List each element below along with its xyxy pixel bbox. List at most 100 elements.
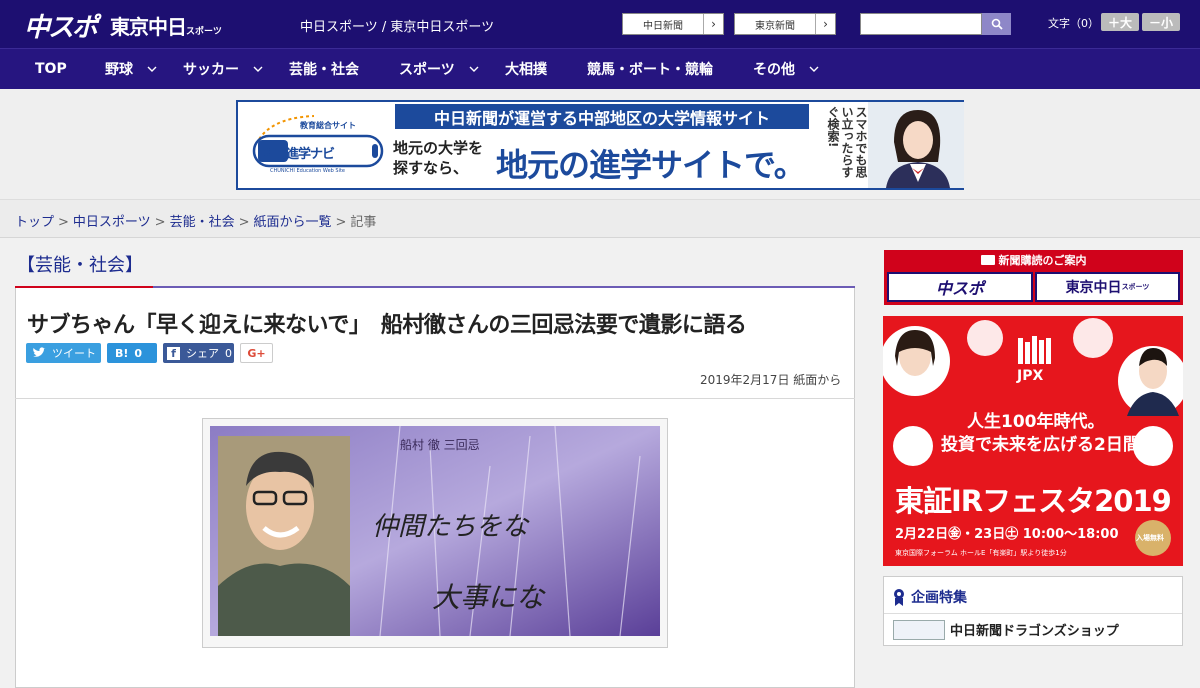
nav-item-racing[interactable]: 競馬・ボート・競輪: [587, 48, 713, 89]
tokyo-shimbun-label: 東京新聞: [755, 20, 795, 32]
publish-date: 2019年2月17日 紙面から: [700, 373, 842, 387]
nav-item-sports[interactable]: スポーツ: [399, 48, 479, 89]
breadcrumb-separator: >: [154, 215, 166, 230]
subscribe-chuspo-button[interactable]: 中スポ: [887, 272, 1033, 302]
hatena-icon: B!: [115, 346, 129, 360]
subscribe-tokyo-chunichi-button[interactable]: 東京中日 スポーツ: [1035, 272, 1180, 302]
breadcrumb-separator: >: [238, 215, 250, 230]
nav-item-sumo[interactable]: 大相撲: [505, 48, 547, 89]
ad-title: 東証IRフェスタ2019: [895, 484, 1172, 518]
subscription-title: 新聞購読のご案内: [884, 252, 1183, 268]
photo-calligraphy-line2: 大事にな: [432, 581, 545, 614]
section-divider-accent: [15, 286, 153, 288]
article-divider: [15, 398, 855, 399]
feature-title: 企画特集: [911, 590, 967, 606]
tokyo-chunichi-logo[interactable]: 東京中日スポーツ: [110, 11, 222, 40]
google-plus-button[interactable]: G+: [240, 343, 273, 363]
subscribe-tokyo-label: 東京中日: [1065, 280, 1122, 296]
facebook-icon: f: [167, 346, 180, 360]
article-title: サブちゃん「早く迎えに来ないで」 船村徹さんの三回忌法要で遺影に語る: [27, 313, 747, 338]
ad-date: 2月22日㊎・23日㊏ 10:00～18:00: [895, 527, 1119, 542]
hatena-bookmark-button[interactable]: B! 0: [107, 343, 157, 363]
shingaku-navi-logo: 教育総合サイト 中日進学ナビ CHUNICHI Education Web Si…: [244, 110, 384, 180]
breadcrumb-link-top[interactable]: トップ: [15, 215, 54, 230]
chevron-down-icon: [809, 66, 819, 72]
font-size-label: 文字（0）: [1048, 17, 1099, 30]
nav-item-baseball[interactable]: 野球: [105, 48, 157, 89]
feature-heading: 企画特集: [893, 587, 967, 607]
nav-item-soccer[interactable]: サッカー: [183, 48, 263, 89]
photo-calligraphy-line1: 仲間たちをな: [372, 512, 529, 542]
font-size-increase-button[interactable]: ＋大: [1101, 13, 1139, 31]
tse-ir-festa-ad[interactable]: JPX 人生100年時代。 投資で未来を広げる2日間。 東証IRフェスタ2019…: [883, 316, 1183, 566]
section-divider: [15, 286, 855, 288]
banner-logo-sub: CHUNICHI Education Web Site: [270, 168, 346, 174]
search-icon: [991, 18, 1003, 30]
nav-item-top[interactable]: TOP: [35, 48, 67, 89]
subscription-title-text: 新聞購読のご案内: [998, 254, 1087, 267]
banner-sub-line2: 探すなら、: [393, 159, 469, 177]
chunichi-shimbun-link[interactable]: 中日新聞 ›: [622, 13, 724, 35]
chunichi-shimbun-label: 中日新聞: [643, 20, 683, 32]
breadcrumb-link-chunichi-sports[interactable]: 中日スポーツ: [73, 215, 151, 230]
ribbon-icon: [894, 589, 904, 606]
nav-item-other[interactable]: その他: [753, 48, 819, 89]
nav-label: 大相撲: [505, 61, 547, 78]
breadcrumb: トップ > 中日スポーツ > 芸能・社会 > 紙面から一覧 > 記事: [15, 211, 376, 230]
section-heading: 【芸能・社会】: [17, 255, 143, 276]
search-button[interactable]: [982, 13, 1011, 35]
search-input[interactable]: [860, 13, 982, 35]
photo-caption-top: 船村 徹 三回忌: [400, 438, 480, 452]
nav-item-entertainment[interactable]: 芸能・社会: [289, 48, 359, 89]
subscription-box: 新聞購読のご案内 中スポ 東京中日 スポーツ: [884, 250, 1183, 305]
tweet-button[interactable]: ツイート: [26, 343, 101, 363]
font-size-decrease-button[interactable]: －小: [1142, 13, 1180, 31]
banner-badge: 教育総合サイト: [300, 121, 356, 130]
banner-headline: 中日新聞が運営する中部地区の大学情報サイト: [395, 104, 809, 129]
breadcrumb-separator: >: [335, 215, 347, 230]
banner-sub-line1: 地元の大学を: [393, 139, 484, 157]
twitter-icon: [33, 347, 46, 357]
ad-line1: 人生100年時代。: [967, 412, 1105, 432]
nav-label: 野球: [105, 61, 133, 78]
chevron-down-icon: [147, 66, 157, 72]
breadcrumb-link-entertainment[interactable]: 芸能・社会: [170, 215, 235, 230]
breadcrumb-current: 記事: [350, 215, 377, 230]
banner-vertical-text: スマホでも思い立ったらすぐ検索!: [826, 106, 868, 178]
person-photo: [868, 102, 964, 188]
facebook-share-button[interactable]: f シェア 0: [163, 343, 234, 363]
chevron-right-icon: ›: [815, 14, 835, 34]
nav-label: サッカー: [183, 61, 239, 78]
tokyo-shimbun-link[interactable]: 東京新聞 ›: [734, 13, 836, 35]
banner-model-photo: [868, 102, 964, 188]
tokyo-logo-text: 東京中日: [110, 15, 187, 39]
subscribe-tokyo-small: スポーツ: [1121, 283, 1150, 291]
ad-brand: JPX: [1017, 368, 1044, 384]
nav-label: 芸能・社会: [289, 61, 359, 78]
nav-label: TOP: [35, 60, 67, 77]
facebook-share-label: シェア: [186, 347, 219, 360]
site-title: 中日スポーツ / 東京中日スポーツ: [300, 20, 495, 35]
hatena-count: 0: [134, 346, 143, 360]
chevron-down-icon: [469, 66, 479, 72]
facebook-share-count: 0: [225, 346, 232, 360]
chuspo-logo[interactable]: 中スポ: [24, 7, 98, 44]
tweet-label: ツイート: [52, 347, 96, 360]
feature-divider: [884, 613, 1182, 614]
chevron-right-icon: ›: [703, 14, 723, 34]
ad-venue: 東京国際フォーラム ホールE「有楽町」駅より徒歩1分: [895, 549, 1067, 557]
feature-thumbnail[interactable]: [893, 620, 945, 640]
tokyo-logo-small: スポーツ: [186, 27, 222, 37]
ad-line2: 投資で未来を広げる2日間。: [941, 435, 1157, 455]
shingaku-navi-banner-ad[interactable]: 教育総合サイト 中日進学ナビ CHUNICHI Education Web Si…: [236, 100, 964, 190]
newspaper-icon: [980, 255, 995, 265]
banner-logo-text: 中日進学ナビ: [262, 147, 335, 162]
article-photo[interactable]: 船村 徹 三回忌 仲間たちをな 大事にな: [210, 426, 660, 636]
breadcrumb-link-paper-list[interactable]: 紙面から一覧: [254, 215, 332, 230]
banner-subtext: 地元の大学を 探すなら、: [393, 138, 483, 178]
nav-label: その他: [753, 61, 795, 78]
banner-big-text: 地元の進学サイトで。: [496, 146, 806, 184]
chevron-down-icon: [253, 66, 263, 72]
ad-free-badge: 入場無料: [1136, 534, 1164, 542]
breadcrumb-separator: >: [58, 215, 69, 230]
